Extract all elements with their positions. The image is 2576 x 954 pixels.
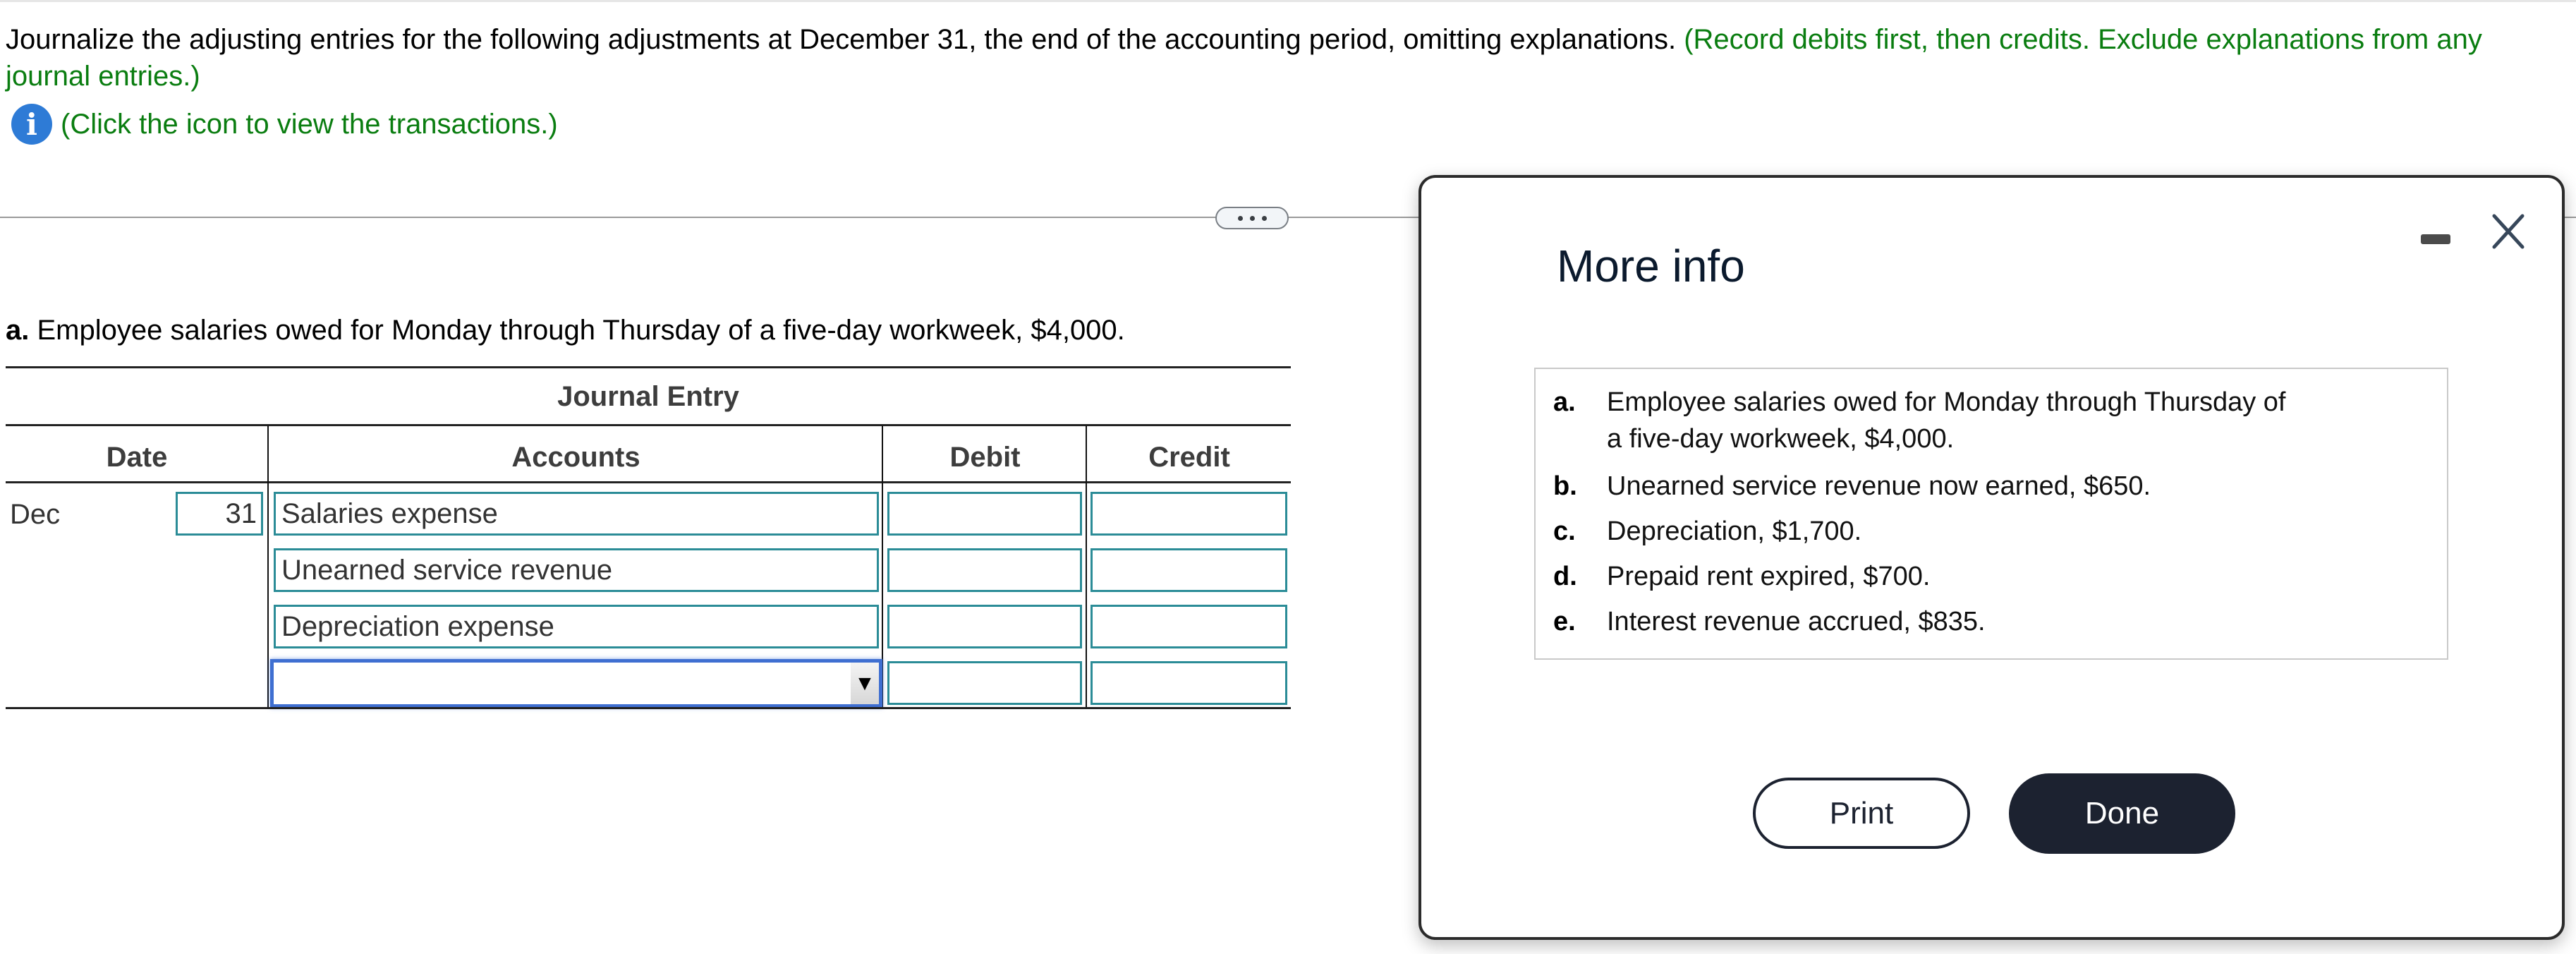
list-item: Interest revenue accrued, $835. — [1607, 607, 1986, 636]
info-link-row[interactable]: i (Click the icon to view the transactio… — [11, 103, 558, 145]
header-date: Date — [106, 442, 168, 473]
credit-input[interactable] — [1090, 661, 1287, 705]
journal-entry-title: Journal Entry — [557, 381, 739, 412]
list-item: Employee salaries owed for Monday throug… — [1607, 387, 2286, 417]
list-item-continued: a five-day workweek, $4,000. — [1607, 424, 1955, 454]
header-accounts: Accounts — [511, 442, 640, 473]
list-item: Depreciation, $1,700. — [1607, 517, 1862, 546]
debit-input[interactable] — [887, 605, 1082, 648]
list-item-label: d. — [1553, 562, 1577, 591]
account-input[interactable]: Unearned service revenue — [274, 548, 879, 592]
ellipsis-icon — [1249, 215, 1255, 221]
list-item: Unearned service revenue now earned, $65… — [1607, 471, 2151, 501]
question-label: a. — [6, 315, 30, 346]
print-button[interactable]: Print — [1753, 778, 1970, 849]
account-dropdown[interactable]: ▼ — [270, 659, 882, 708]
credit-input[interactable] — [1090, 492, 1287, 536]
account-input[interactable]: Depreciation expense — [274, 605, 879, 648]
list-item-label: c. — [1553, 517, 1576, 546]
date-month: Dec — [10, 499, 61, 530]
info-icon[interactable]: i — [11, 104, 52, 145]
table-body-border — [6, 481, 1291, 483]
expand-more-button[interactable] — [1215, 207, 1289, 229]
top-border — [0, 0, 2576, 2]
debit-input[interactable] — [887, 661, 1082, 705]
done-button[interactable]: Done — [2009, 773, 2235, 854]
list-item-label: e. — [1553, 607, 1576, 636]
debit-input[interactable] — [887, 492, 1082, 536]
instruction-text: Journalize the adjusting entries for the… — [6, 24, 1677, 55]
credit-input[interactable] — [1090, 605, 1287, 648]
table-header-border — [6, 424, 1291, 426]
minimize-icon[interactable] — [2421, 234, 2450, 244]
debit-input[interactable] — [887, 548, 1082, 592]
column-divider — [267, 425, 269, 708]
account-input[interactable]: Salaries expense — [274, 492, 879, 536]
credit-input[interactable] — [1090, 548, 1287, 592]
table-top-border — [6, 366, 1291, 368]
column-divider — [1086, 425, 1087, 708]
close-icon[interactable] — [2490, 212, 2527, 251]
info-link-text[interactable]: (Click the icon to view the transactions… — [61, 109, 558, 140]
ellipsis-icon — [1261, 215, 1267, 221]
header-debit: Debit — [949, 442, 1021, 473]
ellipsis-icon — [1237, 215, 1243, 221]
list-item-label: a. — [1553, 387, 1576, 417]
list-item: Prepaid rent expired, $700. — [1607, 562, 1931, 591]
question-prompt: a. Employee salaries owed for Monday thr… — [6, 310, 1125, 350]
date-day-input[interactable]: 31 — [176, 492, 263, 536]
instructions: Journalize the adjusting entries for the… — [6, 21, 2545, 95]
question-text: Employee salaries owed for Monday throug… — [37, 315, 1125, 346]
chevron-down-icon[interactable]: ▼ — [851, 663, 879, 704]
header-credit: Credit — [1148, 442, 1230, 473]
list-item-label: b. — [1553, 471, 1577, 501]
dialog-title: More info — [1557, 241, 1745, 291]
table-bottom-border — [6, 707, 1291, 709]
